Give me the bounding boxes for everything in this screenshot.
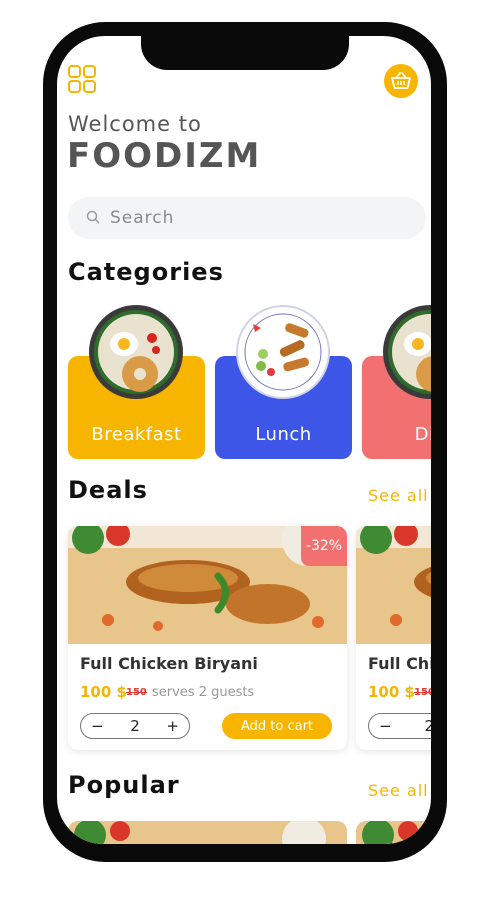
decrement-button[interactable]: − (91, 717, 104, 735)
welcome-text: Welcome to (68, 112, 202, 136)
deal-old-price: 150 (126, 687, 147, 698)
category-label: Din (414, 424, 431, 445)
category-label: Breakfast (91, 424, 182, 445)
app-brand-title: FOODIZM (67, 136, 262, 176)
add-to-cart-button[interactable]: Add to cart (222, 713, 332, 739)
category-breakfast[interactable]: Breakfast (68, 305, 205, 459)
quantity-stepper: − 2 + (80, 713, 190, 739)
category-label: Lunch (255, 424, 312, 445)
deal-old-price: 150 (414, 687, 431, 698)
deal-title: Full Chicken Biryani (80, 654, 258, 673)
popular-card-image[interactable] (68, 821, 347, 844)
phone-notch (141, 22, 349, 70)
quantity-value: 2 (424, 717, 431, 735)
search-placeholder: Search (110, 208, 175, 228)
deal-card[interactable]: -32% Full Chicken Biryani 100 $ 150 serv… (68, 526, 347, 750)
search-icon (86, 209, 100, 228)
quantity-value: 2 (130, 717, 140, 735)
deal-card[interactable]: Full Chi 100 $ 150 − 2 (356, 526, 431, 750)
deals-see-all-link[interactable]: See all (368, 486, 429, 505)
deals-heading: Deals (68, 476, 148, 504)
discount-badge: -32% (301, 526, 347, 566)
deal-title: Full Chi (368, 654, 431, 673)
deal-price: 100 $ (80, 683, 127, 701)
basket-icon[interactable] (384, 64, 418, 98)
lunch-plate-image (235, 304, 331, 400)
biryani-image (356, 526, 431, 644)
category-dinner[interactable]: Din (362, 305, 431, 459)
breakfast-plate-image (88, 304, 184, 400)
category-lunch[interactable]: Lunch (215, 305, 352, 459)
menu-grid-icon[interactable] (67, 64, 97, 94)
decrement-button[interactable]: − (379, 717, 392, 735)
popular-see-all-link[interactable]: See all (368, 781, 429, 800)
categories-heading: Categories (68, 258, 224, 286)
deal-serves: serves 2 guests (152, 685, 255, 700)
popular-card-image[interactable] (356, 821, 431, 844)
deal-price: 100 $ (368, 683, 415, 701)
dinner-plate-image (382, 304, 431, 400)
quantity-stepper: − 2 (368, 713, 431, 739)
popular-heading: Popular (68, 771, 180, 799)
app-screen: Welcome to FOODIZM Search Categories Bre… (57, 36, 431, 844)
increment-button[interactable]: + (166, 717, 179, 735)
search-input[interactable]: Search (68, 197, 426, 239)
